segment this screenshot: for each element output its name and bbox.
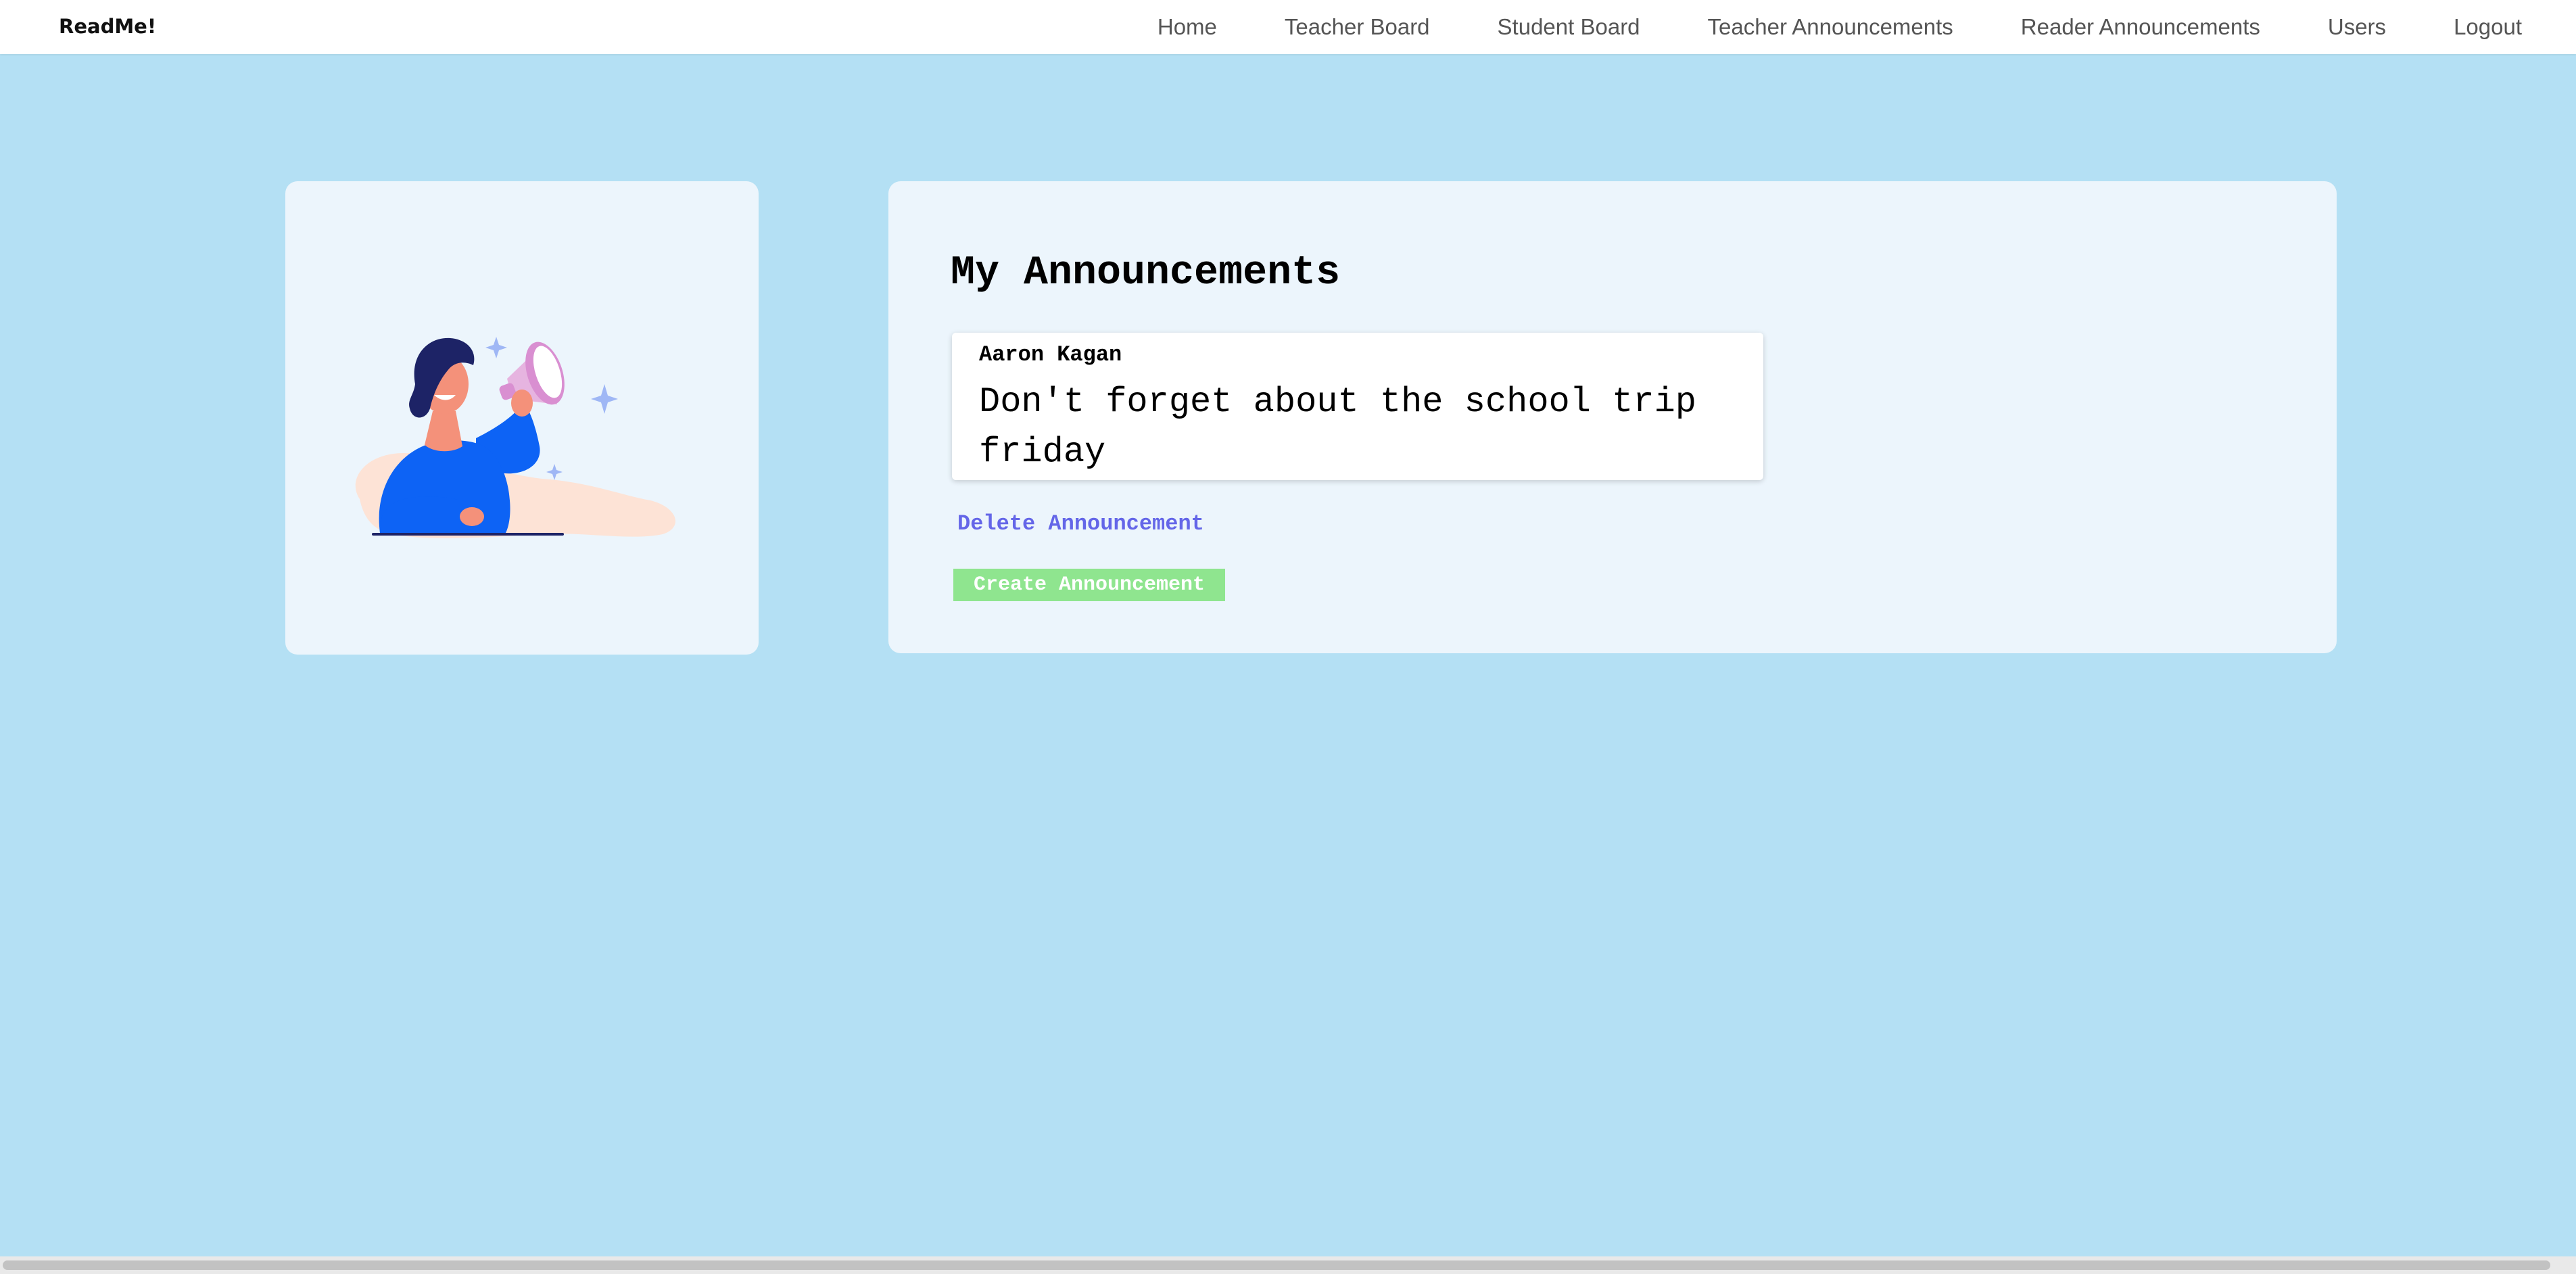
nav-teacher-board-link[interactable]: Teacher Board [1285,14,1430,40]
nav-users-link[interactable]: Users [2328,14,2386,40]
sparkle-icon [591,384,618,414]
page-title: My Announcements [951,250,1341,296]
woman-with-megaphone-illustration [355,337,676,538]
announcement-card: Aaron Kagan Don't forget about the schoo… [952,333,1763,480]
announcement-text: Don't forget about the school trip frida… [979,382,1696,472]
scrollbar-thumb[interactable] [3,1260,2550,1270]
nav-home-link[interactable]: Home [1158,14,1217,40]
create-announcement-button[interactable]: Create Announcement [953,569,1225,601]
nav-teacher-announcements-link[interactable]: Teacher Announcements [1708,14,1953,40]
nav-links: Home Teacher Board Student Board Teacher… [1158,0,2522,54]
sparkle-icon [546,464,563,480]
top-navbar: ReadMe! Home Teacher Board Student Board… [0,0,2576,54]
nav-reader-announcements-link[interactable]: Reader Announcements [2021,14,2260,40]
nav-logout-link[interactable]: Logout [2454,14,2522,40]
sparkle-icon [485,337,507,358]
announcement-author: Aaron Kagan [979,342,1122,367]
horizontal-scrollbar[interactable] [0,1256,2576,1274]
brand-logo[interactable]: ReadMe! [59,15,156,38]
delete-announcement-link[interactable]: Delete Announcement [957,511,1204,536]
nav-student-board-link[interactable]: Student Board [1498,14,1640,40]
illustration-card [285,181,759,655]
announcements-card: My Announcements Aaron Kagan Don't forge… [888,181,2337,653]
